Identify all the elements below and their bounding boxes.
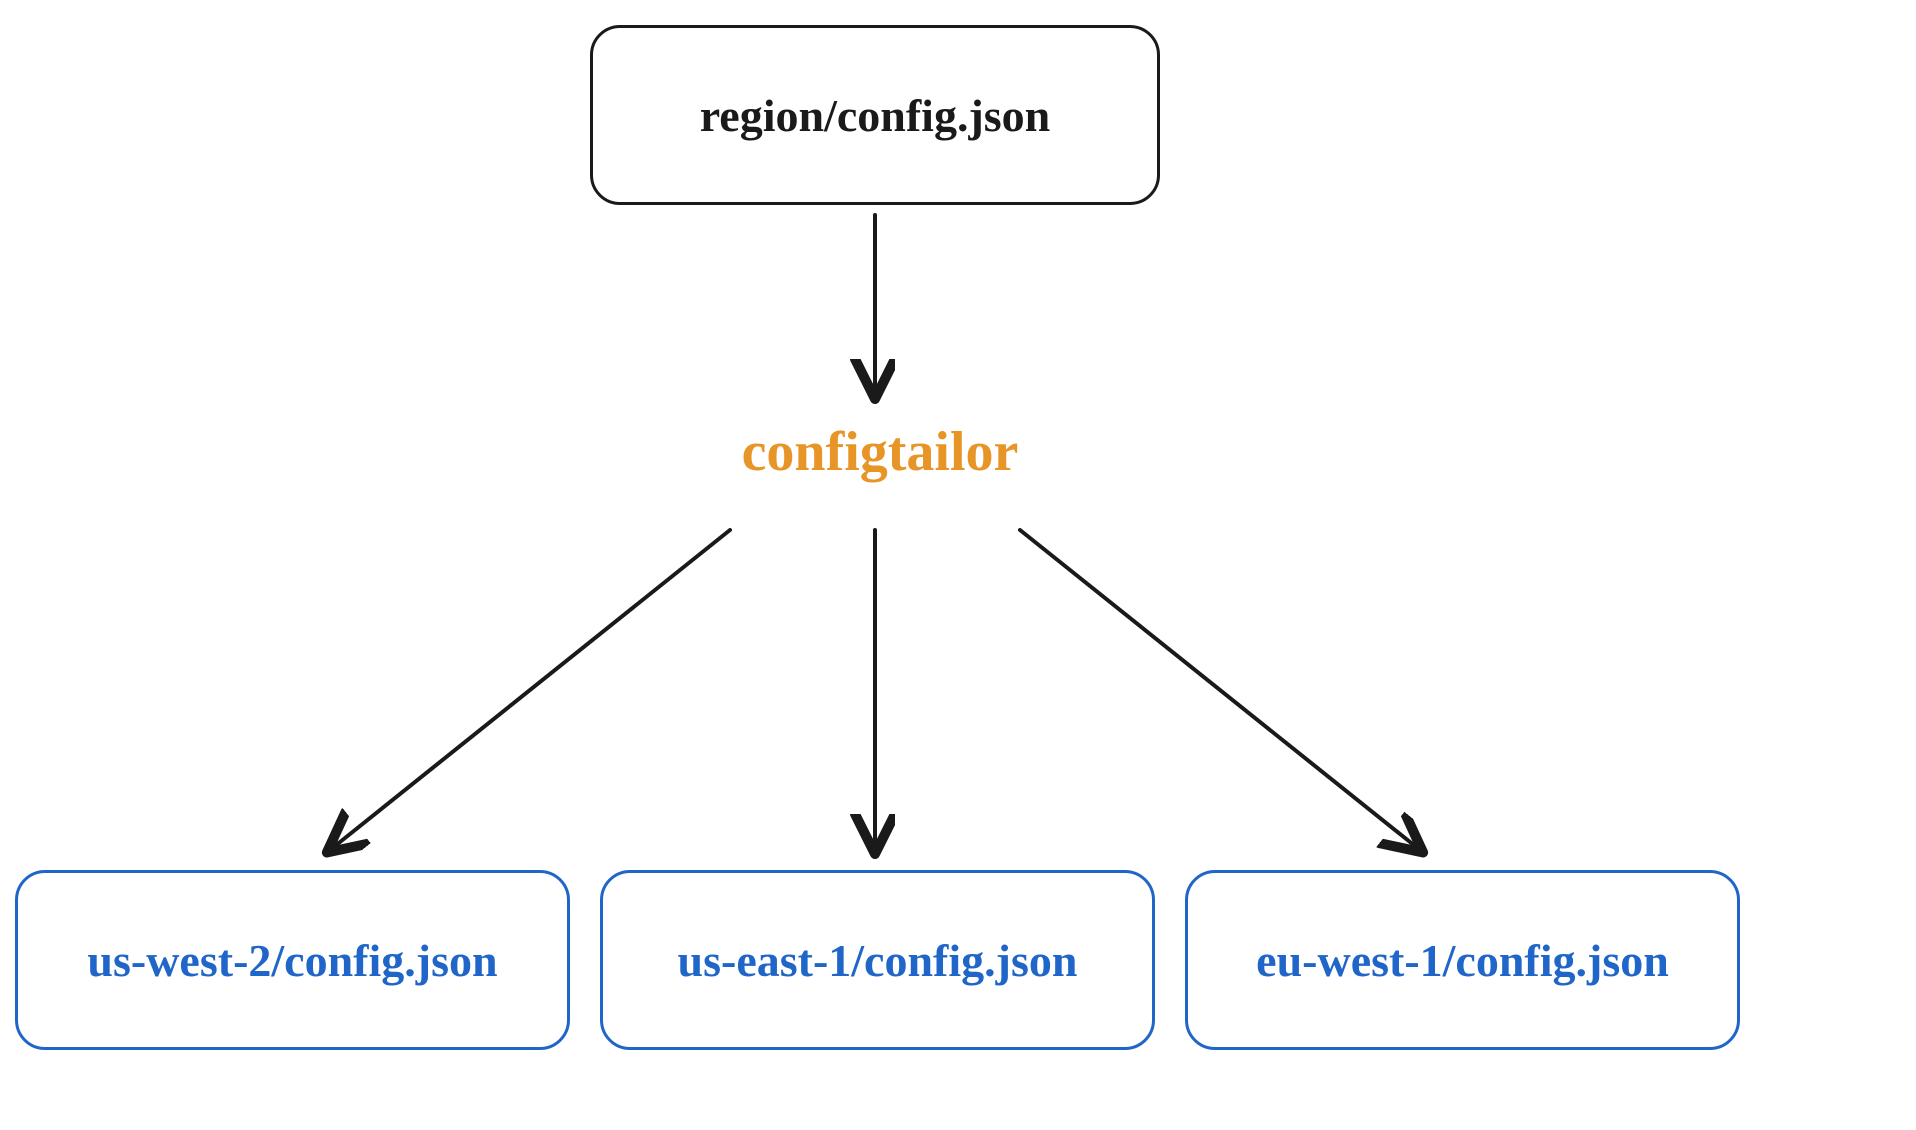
source-config-node: region/config.json xyxy=(590,25,1160,205)
arrow-processor-to-left xyxy=(330,530,730,850)
output-node-eu-west-1: eu-west-1/config.json xyxy=(1185,870,1740,1050)
output-label-1: us-east-1/config.json xyxy=(678,934,1078,987)
processor-label: configtailor xyxy=(710,420,1050,484)
source-config-label: region/config.json xyxy=(700,89,1051,142)
output-label-0: us-west-2/config.json xyxy=(87,934,497,987)
processor-text: configtailor xyxy=(742,421,1019,483)
output-label-2: eu-west-1/config.json xyxy=(1256,934,1669,987)
output-node-us-west-2: us-west-2/config.json xyxy=(15,870,570,1050)
arrow-processor-to-right xyxy=(1020,530,1420,850)
output-node-us-east-1: us-east-1/config.json xyxy=(600,870,1155,1050)
